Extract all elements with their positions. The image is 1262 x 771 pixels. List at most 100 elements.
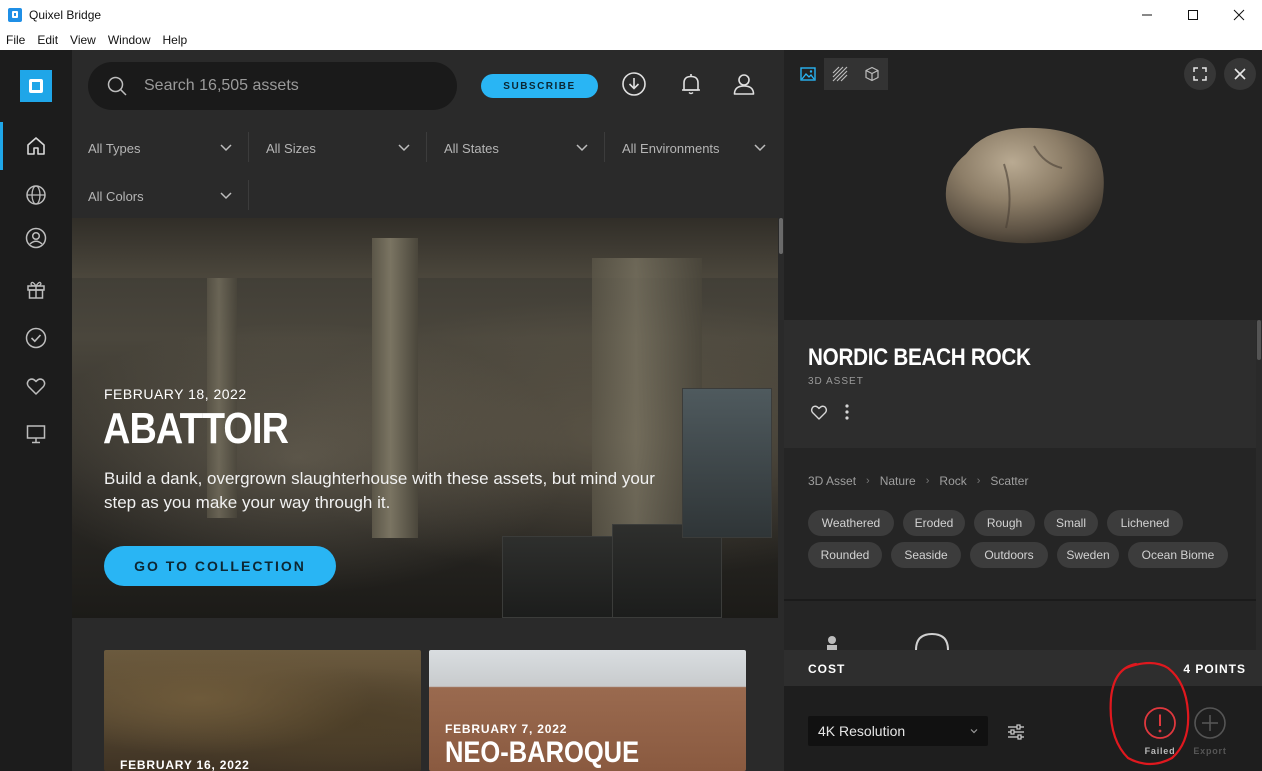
maximize-button[interactable] — [1170, 0, 1216, 29]
fullscreen-button[interactable] — [1184, 58, 1216, 90]
filter-sizes[interactable]: All Sizes — [250, 124, 426, 172]
filter-types[interactable]: All Types — [72, 124, 248, 172]
menu-help[interactable]: Help — [157, 33, 194, 47]
menu-window[interactable]: Window — [102, 33, 157, 47]
bridge-logo[interactable] — [20, 70, 52, 102]
tag-chip[interactable]: Outdoors — [970, 542, 1048, 568]
rock-thumbnail — [945, 127, 1104, 244]
go-to-collection-button[interactable]: GO TO COLLECTION — [104, 546, 336, 586]
panel-scroll-thumb[interactable] — [1257, 320, 1261, 360]
hero-crate — [682, 388, 772, 538]
subscribe-button[interactable]: SUBSCRIBE — [481, 74, 598, 98]
collection-card[interactable]: FEBRUARY 7, 2022 NEO-BAROQUE — [429, 650, 746, 771]
sidebar-item-profile[interactable] — [0, 221, 72, 255]
check-circle-icon — [25, 327, 47, 349]
sidebar-item-favorites[interactable] — [0, 369, 72, 403]
filter-states[interactable]: All States — [428, 124, 604, 172]
filter-environments[interactable]: All Environments — [606, 124, 782, 172]
hero-crate — [612, 524, 722, 618]
breadcrumb-item[interactable]: 3D Asset — [808, 474, 856, 488]
tag-chip[interactable]: Weathered — [808, 510, 894, 536]
chevron-right-icon: › — [866, 475, 870, 487]
tag-chip[interactable]: Sweden — [1057, 542, 1119, 568]
chevron-down-icon — [970, 729, 978, 734]
filter-divider — [248, 132, 249, 162]
sliders-icon — [1008, 724, 1024, 740]
filter-bar: All Types All Sizes All States All Envir… — [72, 124, 784, 220]
tab-texture-view[interactable] — [824, 58, 856, 90]
failed-status-button[interactable]: Failed — [1134, 706, 1186, 762]
chevron-right-icon: › — [925, 475, 930, 487]
notifications-button[interactable] — [677, 70, 705, 98]
app-root: Search 16,505 assets SUBSCRIBE All Types… — [0, 50, 1262, 771]
menu-file[interactable]: File — [0, 33, 31, 47]
title-bar: Quixel Bridge — [0, 0, 1262, 29]
favorite-button[interactable] — [809, 402, 829, 422]
menu-edit[interactable]: Edit — [31, 33, 64, 47]
sidebar-item-local[interactable] — [0, 417, 72, 451]
asset-type: 3D ASSET — [808, 376, 864, 387]
menu-view[interactable]: View — [64, 33, 102, 47]
cost-bar: COST 4 POINTS — [784, 650, 1262, 686]
featured-collection-banner[interactable]: FEBRUARY 18, 2022 ABATTOIR Build a dank,… — [72, 218, 778, 618]
close-icon — [1233, 9, 1245, 20]
more-options-button[interactable] — [837, 402, 857, 422]
chevron-down-icon — [576, 144, 588, 152]
filter-colors[interactable]: All Colors — [72, 172, 248, 220]
asset-info: NORDIC BEACH ROCK 3D ASSET — [784, 320, 1256, 448]
sidebar — [0, 50, 72, 771]
monitor-icon — [26, 425, 46, 444]
download-settings-button[interactable] — [1004, 720, 1028, 744]
minimize-icon — [1142, 14, 1152, 15]
breadcrumb-item[interactable]: Nature — [880, 474, 916, 488]
filter-states-label: All States — [444, 140, 499, 156]
alert-circle-icon — [1144, 707, 1176, 739]
tab-3d-view[interactable] — [856, 58, 888, 90]
export-button[interactable]: Export — [1184, 706, 1236, 762]
tag-chip[interactable]: Rounded — [808, 542, 882, 568]
sidebar-item-home[interactable] — [0, 122, 72, 170]
tag-chip[interactable]: Seaside — [891, 542, 961, 568]
sidebar-item-explore[interactable] — [0, 178, 72, 212]
gift-icon — [27, 281, 45, 299]
close-window-button[interactable] — [1216, 0, 1262, 29]
main-content: Search 16,505 assets SUBSCRIBE All Types… — [72, 50, 784, 771]
sidebar-item-purchased[interactable] — [0, 321, 72, 355]
resolution-value: 4K Resolution — [818, 723, 906, 739]
tag-chip[interactable]: Small — [1044, 510, 1098, 536]
tab-image-view[interactable] — [792, 58, 824, 90]
breadcrumb-item[interactable]: Rock — [939, 474, 966, 488]
collection-card[interactable]: FEBRUARY 16, 2022 — [104, 650, 421, 771]
tag-chip[interactable]: Eroded — [903, 510, 965, 536]
breadcrumb: 3D Asset › Nature › Rock › Scatter — [808, 474, 1028, 488]
tag-chip[interactable]: Ocean Biome — [1128, 542, 1228, 568]
sidebar-item-free[interactable] — [0, 272, 72, 306]
main-scroll-thumb[interactable] — [779, 218, 783, 254]
fullscreen-icon — [1193, 67, 1207, 81]
tag-chip[interactable]: Lichened — [1107, 510, 1183, 536]
preview-mode-tabs — [792, 58, 888, 90]
minimize-button[interactable] — [1124, 0, 1170, 29]
search-icon — [107, 76, 127, 96]
app-icon — [8, 7, 22, 22]
filter-divider — [248, 180, 249, 210]
downloads-button[interactable] — [620, 70, 648, 98]
close-panel-button[interactable] — [1224, 58, 1256, 90]
filter-sizes-label: All Sizes — [266, 140, 316, 156]
resolution-select[interactable]: 4K Resolution — [808, 716, 988, 746]
account-button[interactable] — [730, 70, 758, 98]
size-circle-icon — [915, 632, 949, 651]
search-bar[interactable]: Search 16,505 assets — [88, 62, 457, 110]
search-input[interactable]: Search 16,505 assets — [144, 77, 299, 95]
filter-colors-label: All Colors — [88, 188, 144, 204]
panel-divider — [784, 599, 1256, 601]
texture-icon — [832, 66, 848, 82]
tag-chip[interactable]: Rough — [974, 510, 1035, 536]
bell-icon — [682, 74, 700, 95]
heart-icon — [26, 378, 46, 395]
panel-scrollbar[interactable] — [1256, 320, 1262, 650]
chevron-down-icon — [754, 144, 766, 152]
breadcrumb-item[interactable]: Scatter — [990, 474, 1028, 488]
asset-preview[interactable] — [784, 50, 1262, 320]
hero-date: FEBRUARY 18, 2022 — [104, 386, 247, 402]
